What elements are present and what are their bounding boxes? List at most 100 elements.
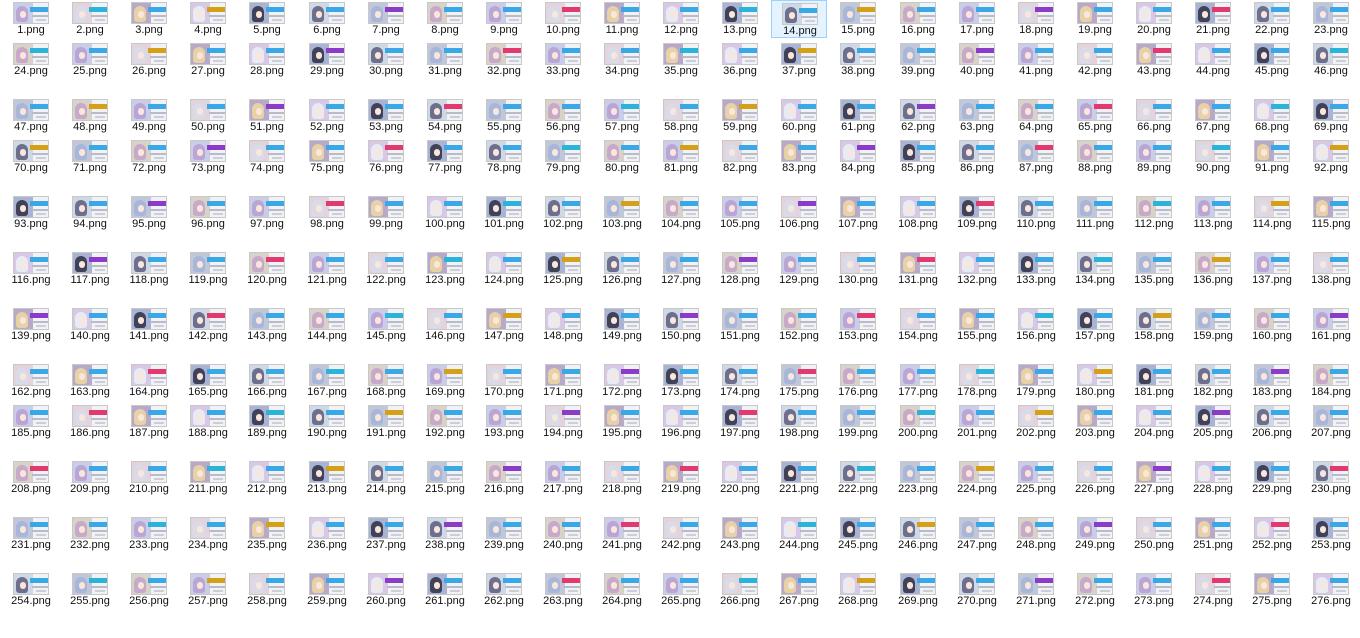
file-item[interactable]: 149.png [594, 306, 650, 344]
file-item[interactable]: 233.png [121, 515, 177, 553]
file-item[interactable]: 86.png [949, 138, 1005, 176]
file-item[interactable]: 209.png [62, 459, 118, 497]
file-item[interactable]: 185.png [3, 403, 59, 441]
file-item[interactable]: 161.png [1303, 306, 1359, 344]
file-item[interactable]: 206.png [1244, 403, 1300, 441]
file-item[interactable]: 117.png [62, 250, 118, 288]
file-item[interactable]: 187.png [121, 403, 177, 441]
file-item[interactable]: 129.png [771, 250, 827, 288]
file-item[interactable]: 69.png [1303, 97, 1359, 135]
file-item[interactable]: 176.png [830, 362, 886, 400]
file-item[interactable]: 253.png [1303, 515, 1359, 553]
file-item[interactable]: 186.png [62, 403, 118, 441]
file-item[interactable]: 218.png [594, 459, 650, 497]
file-item[interactable]: 264.png [594, 571, 650, 609]
file-item[interactable]: 167.png [299, 362, 355, 400]
file-item[interactable]: 40.png [949, 41, 1005, 79]
file-item[interactable]: 78.png [476, 138, 532, 176]
file-item[interactable]: 125.png [535, 250, 591, 288]
file-item[interactable]: 202.png [1008, 403, 1064, 441]
file-item[interactable]: 91.png [1244, 138, 1300, 176]
file-item[interactable]: 96.png [180, 194, 236, 232]
file-item[interactable]: 174.png [712, 362, 768, 400]
file-item[interactable]: 154.png [890, 306, 946, 344]
file-item[interactable]: 62.png [890, 97, 946, 135]
file-item[interactable]: 172.png [594, 362, 650, 400]
file-item[interactable]: 259.png [299, 571, 355, 609]
file-item[interactable]: 122.png [358, 250, 414, 288]
file-item[interactable]: 13.png [712, 0, 768, 38]
file-item[interactable]: 169.png [417, 362, 473, 400]
file-item[interactable]: 191.png [358, 403, 414, 441]
file-item[interactable]: 119.png [180, 250, 236, 288]
file-item[interactable]: 175.png [771, 362, 827, 400]
file-item[interactable]: 143.png [239, 306, 295, 344]
file-item[interactable]: 173.png [653, 362, 709, 400]
file-item[interactable]: 265.png [653, 571, 709, 609]
file-item[interactable]: 3.png [121, 0, 177, 38]
file-item[interactable]: 54.png [417, 97, 473, 135]
file-item[interactable]: 171.png [535, 362, 591, 400]
file-item[interactable]: 142.png [180, 306, 236, 344]
file-item[interactable]: 263.png [535, 571, 591, 609]
file-item[interactable]: 2.png [62, 0, 118, 38]
file-item[interactable]: 70.png [3, 138, 59, 176]
file-item[interactable]: 121.png [299, 250, 355, 288]
file-item[interactable]: 30.png [358, 41, 414, 79]
file-item[interactable]: 177.png [890, 362, 946, 400]
file-item[interactable]: 150.png [653, 306, 709, 344]
file-item[interactable]: 267.png [771, 571, 827, 609]
file-item[interactable]: 204.png [1126, 403, 1182, 441]
file-item[interactable]: 145.png [358, 306, 414, 344]
file-item[interactable]: 33.png [535, 41, 591, 79]
file-item[interactable]: 146.png [417, 306, 473, 344]
file-item[interactable]: 245.png [830, 515, 886, 553]
file-item[interactable]: 99.png [358, 194, 414, 232]
file-item[interactable]: 46.png [1303, 41, 1359, 79]
file-item[interactable]: 247.png [949, 515, 1005, 553]
file-item[interactable]: 160.png [1244, 306, 1300, 344]
file-item[interactable]: 274.png [1185, 571, 1241, 609]
file-item[interactable]: 190.png [299, 403, 355, 441]
file-item[interactable]: 168.png [358, 362, 414, 400]
file-item[interactable]: 36.png [712, 41, 768, 79]
file-item[interactable]: 217.png [535, 459, 591, 497]
file-item[interactable]: 235.png [239, 515, 295, 553]
file-item[interactable]: 57.png [594, 97, 650, 135]
file-item[interactable]: 215.png [417, 459, 473, 497]
file-item[interactable]: 27.png [180, 41, 236, 79]
file-item[interactable]: 77.png [417, 138, 473, 176]
file-item[interactable]: 165.png [180, 362, 236, 400]
file-item[interactable]: 261.png [417, 571, 473, 609]
file-item[interactable]: 198.png [771, 403, 827, 441]
file-item[interactable]: 112.png [1126, 194, 1182, 232]
file-item[interactable]: 123.png [417, 250, 473, 288]
file-item[interactable]: 6.png [299, 0, 355, 38]
file-item[interactable]: 183.png [1244, 362, 1300, 400]
file-item[interactable]: 137.png [1244, 250, 1300, 288]
file-item[interactable]: 207.png [1303, 403, 1359, 441]
file-item[interactable]: 107.png [830, 194, 886, 232]
file-item[interactable]: 225.png [1008, 459, 1064, 497]
file-item[interactable]: 210.png [121, 459, 177, 497]
file-item[interactable]: 55.png [476, 97, 532, 135]
file-item[interactable]: 242.png [653, 515, 709, 553]
file-item[interactable]: 268.png [830, 571, 886, 609]
file-item[interactable]: 151.png [712, 306, 768, 344]
file-item[interactable]: 193.png [476, 403, 532, 441]
file-item[interactable]: 197.png [712, 403, 768, 441]
file-item[interactable]: 275.png [1244, 571, 1300, 609]
file-item[interactable]: 226.png [1067, 459, 1123, 497]
file-item[interactable]: 179.png [1008, 362, 1064, 400]
file-item[interactable]: 223.png [890, 459, 946, 497]
file-item[interactable]: 273.png [1126, 571, 1182, 609]
file-item[interactable]: 60.png [771, 97, 827, 135]
file-item[interactable]: 18.png [1008, 0, 1064, 38]
file-item[interactable]: 240.png [535, 515, 591, 553]
file-item[interactable]: 162.png [3, 362, 59, 400]
file-item[interactable]: 224.png [949, 459, 1005, 497]
file-item[interactable]: 192.png [417, 403, 473, 441]
file-item[interactable]: 269.png [890, 571, 946, 609]
file-item[interactable]: 120.png [239, 250, 295, 288]
file-item[interactable]: 257.png [180, 571, 236, 609]
